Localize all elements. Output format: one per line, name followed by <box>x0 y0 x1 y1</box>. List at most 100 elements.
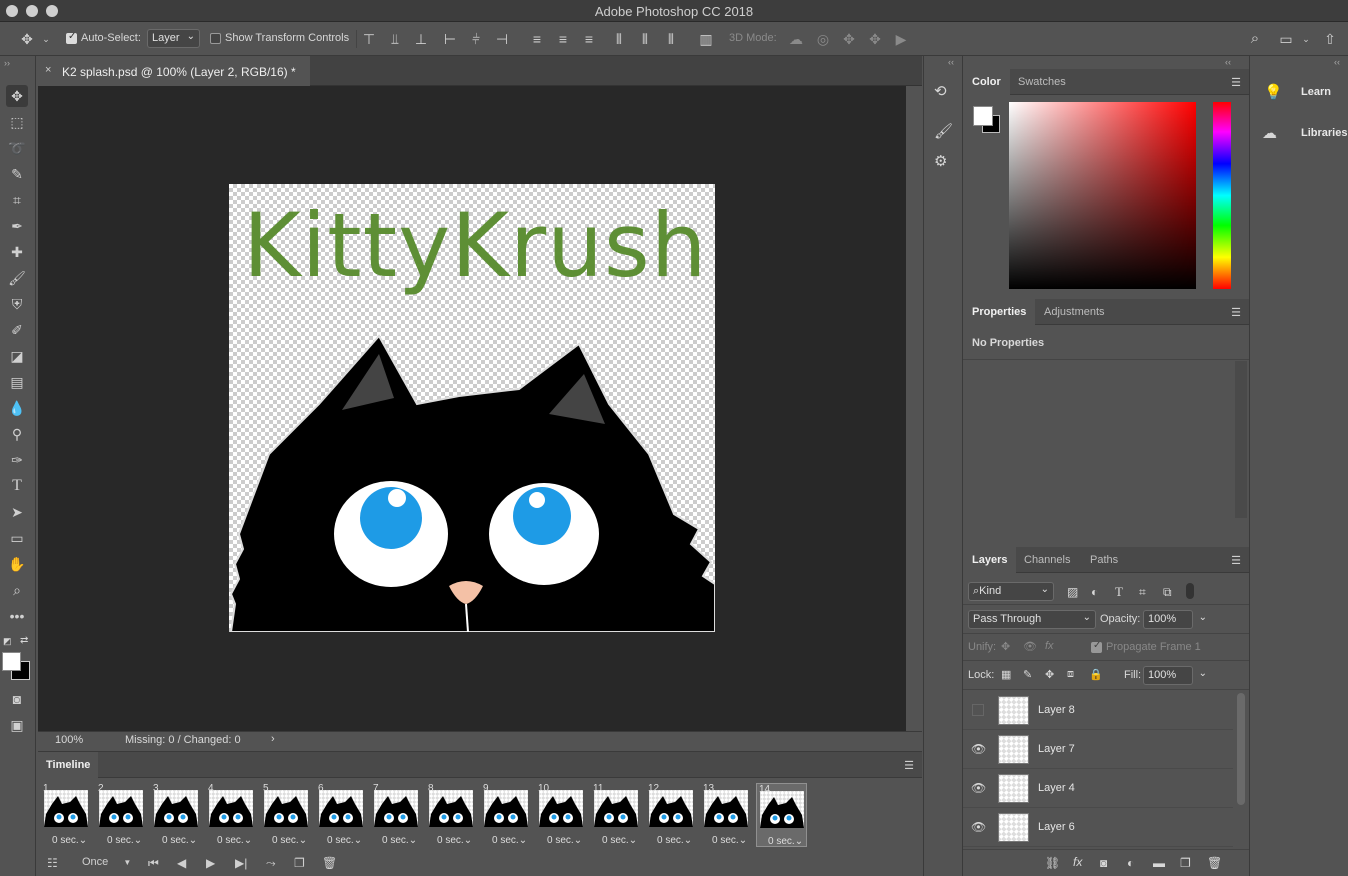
hand-tool-icon[interactable]: ✋ <box>6 553 28 575</box>
timeline-frame[interactable]: 10 sec.⌄ <box>41 783 92 847</box>
frame-delay-select[interactable]: 0 sec.⌄ <box>52 835 87 846</box>
history-brush-tool-icon[interactable]: ✐ <box>6 319 28 341</box>
frame-delay-select[interactable]: 0 sec.⌄ <box>768 836 803 847</box>
layer-row[interactable]: 👁 Layer 4 <box>963 769 1233 808</box>
document-canvas[interactable]: KittyKrush <box>229 184 715 632</box>
3d-video-icon[interactable]: ▶ <box>892 30 910 48</box>
tab-paths[interactable]: Paths <box>1081 547 1127 573</box>
distribute-top-icon[interactable]: ≡ <box>530 30 544 48</box>
opacity-input[interactable]: 100% ⌄ <box>1143 610 1207 629</box>
timeline-frame[interactable]: 30 sec.⌄ <box>151 783 202 847</box>
gradient-tool-icon[interactable]: ▤ <box>6 371 28 393</box>
eyedropper-tool-icon[interactable]: ✒ <box>6 215 28 237</box>
new-group-icon[interactable]: ▬ <box>1153 856 1165 870</box>
filter-adjustment-icon[interactable]: ◐ <box>1091 585 1098 599</box>
default-colors-icon[interactable]: ◩ <box>3 636 12 647</box>
filter-shape-icon[interactable]: ⌗ <box>1139 585 1146 600</box>
filter-type-icon[interactable]: T <box>1115 584 1123 600</box>
auto-select-checkbox[interactable] <box>66 31 77 44</box>
add-mask-icon[interactable]: ◙ <box>1100 856 1107 870</box>
align-top-icon[interactable]: ⊤ <box>362 30 376 48</box>
filter-smart-object-icon[interactable]: ⧉ <box>1163 585 1172 600</box>
document-tab[interactable]: × K2 splash.psd @ 100% (Layer 2, RGB/16)… <box>38 56 310 86</box>
close-tab-icon[interactable]: × <box>45 64 51 76</box>
tab-swatches[interactable]: Swatches <box>1009 69 1075 95</box>
swap-colors-icon[interactable]: ⇄ <box>20 635 28 646</box>
new-adjustment-icon[interactable]: ◐ <box>1127 856 1134 870</box>
frame-delay-select[interactable]: 0 sec.⌄ <box>547 835 582 846</box>
lock-position-icon[interactable]: ✥ <box>1045 668 1054 681</box>
align-horizontal-center-icon[interactable]: ⫩ <box>469 30 483 48</box>
auto-align-layers-icon[interactable]: ▥ <box>699 30 713 48</box>
show-transform-checkbox[interactable] <box>210 33 221 44</box>
frame-delay-select[interactable]: 0 sec.⌄ <box>712 835 747 846</box>
distribute-right-icon[interactable]: ⦀ <box>664 30 678 48</box>
lock-all-icon[interactable]: 🔒 <box>1089 668 1103 681</box>
chevron-down-icon[interactable]: ⌄ <box>1199 668 1207 679</box>
first-frame-icon[interactable]: ⏮ <box>148 856 159 871</box>
frame-delay-select[interactable]: 0 sec.⌄ <box>327 835 362 846</box>
screen-mode-icon[interactable]: ▣ <box>6 714 28 736</box>
libraries-item[interactable]: ☁ Libraries <box>1250 118 1348 150</box>
previous-frame-icon[interactable]: ◀ <box>177 856 186 870</box>
distribute-vertical-center-icon[interactable]: ≡ <box>556 30 570 48</box>
frame-delay-select[interactable]: 0 sec.⌄ <box>602 835 637 846</box>
delete-layer-icon[interactable]: 🗑 <box>1207 856 1222 870</box>
rectangle-tool-icon[interactable]: ▭ <box>6 527 28 549</box>
frame-delay-select[interactable]: 0 sec.⌄ <box>437 835 472 846</box>
visibility-eye-icon[interactable]: 👁 <box>971 781 986 795</box>
move-tool-icon[interactable]: ✥ <box>6 85 28 107</box>
timeline-frame[interactable]: 10 0 sec.⌄ <box>536 783 587 847</box>
status-expand-icon[interactable]: › <box>271 733 275 745</box>
brush-settings-icon[interactable]: ⚙ <box>934 152 947 170</box>
history-panel-icon[interactable]: ⟲ <box>934 82 947 100</box>
unify-visibility-icon[interactable]: 👁 <box>1023 640 1037 653</box>
timeline-tab[interactable]: Timeline <box>38 752 99 778</box>
path-selection-tool-icon[interactable]: ➤ <box>6 501 28 523</box>
frame-delay-select[interactable]: 0 sec.⌄ <box>217 835 252 846</box>
panel-menu-icon[interactable]: ☰ <box>1231 76 1241 89</box>
more-tools-icon[interactable]: ••• <box>6 605 28 627</box>
search-icon[interactable]: ⌕ <box>1245 30 1265 48</box>
frame-delay-select[interactable]: 0 sec.⌄ <box>382 835 417 846</box>
visibility-eye-icon[interactable] <box>972 704 984 716</box>
propagate-frame-checkbox[interactable] <box>1091 640 1102 653</box>
timeline-frame[interactable]: 40 sec.⌄ <box>206 783 257 847</box>
panel-menu-icon[interactable]: ☰ <box>1231 554 1241 567</box>
panel-menu-icon[interactable]: ☰ <box>1231 306 1241 319</box>
frame-delay-select[interactable]: 0 sec.⌄ <box>107 835 142 846</box>
align-right-icon[interactable]: ⊣ <box>495 30 509 48</box>
layer-row[interactable]: Layer 8 <box>963 691 1233 730</box>
move-tool-preset-icon[interactable]: ✥ <box>16 30 38 48</box>
crop-tool-icon[interactable]: ⌗ <box>6 189 28 211</box>
timeline-frame[interactable]: 12 0 sec.⌄ <box>646 783 697 847</box>
clone-stamp-tool-icon[interactable]: ⛨ <box>6 293 28 315</box>
layer-row[interactable]: 👁 Layer 6 <box>963 808 1233 847</box>
share-icon[interactable]: ⇧ <box>1320 30 1340 48</box>
dodge-tool-icon[interactable]: ⚲ <box>6 423 28 445</box>
layer-style-icon[interactable]: fx <box>1073 855 1082 869</box>
vertical-scrollbar[interactable] <box>906 86 922 731</box>
lasso-tool-icon[interactable]: ➰ <box>6 137 28 159</box>
distribute-left-icon[interactable]: ⦀ <box>612 30 626 48</box>
zoom-tool-icon[interactable]: ⌕ <box>6 579 28 601</box>
timeline-frame[interactable]: 80 sec.⌄ <box>426 783 477 847</box>
color-fg-swatch[interactable] <box>973 106 993 126</box>
tween-icon[interactable]: ⤳ <box>266 856 276 871</box>
layer-row[interactable]: 👁 Layer 7 <box>963 730 1233 769</box>
type-tool-icon[interactable]: T <box>6 475 28 497</box>
timeline-frame[interactable]: 50 sec.⌄ <box>261 783 312 847</box>
collapse-panel-icon[interactable]: ‹‹ <box>1334 57 1340 67</box>
timeline-frame[interactable]: 11 0 sec.⌄ <box>591 783 642 847</box>
timeline-frame[interactable]: 60 sec.⌄ <box>316 783 367 847</box>
healing-brush-tool-icon[interactable]: ✚ <box>6 241 28 263</box>
distribute-bottom-icon[interactable]: ≡ <box>582 30 596 48</box>
tab-color[interactable]: Color <box>963 69 1010 95</box>
unify-style-icon[interactable]: fx <box>1045 640 1054 652</box>
auto-select-dropdown[interactable]: Layer ⌄ <box>147 29 200 48</box>
3d-pan-icon[interactable]: ✥ <box>840 30 858 48</box>
frame-delay-select[interactable]: 0 sec.⌄ <box>657 835 692 846</box>
quick-selection-tool-icon[interactable]: ✎ <box>6 163 28 185</box>
lock-transparent-icon[interactable]: ▦ <box>1001 668 1011 681</box>
link-layers-icon[interactable]: ⛓ <box>1045 856 1060 870</box>
